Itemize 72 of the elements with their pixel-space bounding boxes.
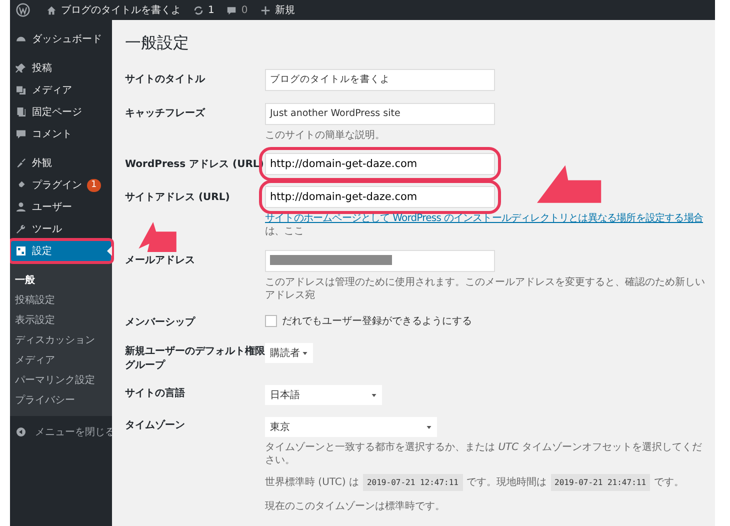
dropdown[interactable]: 購読者 — [265, 343, 313, 363]
time-suffix: です。 — [654, 476, 684, 489]
update-badge: 1 — [87, 178, 101, 192]
new-link[interactable]: 新規 — [260, 3, 295, 17]
caret-icon — [302, 350, 308, 356]
wrench-icon — [15, 223, 27, 235]
menu-item[interactable]: ツール — [10, 218, 112, 240]
wordpress-logo[interactable] — [16, 3, 30, 17]
pin-icon — [15, 62, 27, 74]
submenu-item[interactable]: プライバシー — [10, 390, 112, 410]
page-title: 一般設定 — [125, 33, 190, 54]
comments-link[interactable]: 0 — [226, 4, 248, 16]
caret-icon — [371, 392, 377, 398]
field-label: サイトアドレス (URL) — [125, 191, 231, 205]
text-field[interactable]: http://domain-get-daze.com — [265, 153, 495, 175]
checkbox-label: だれでもユーザー登録ができるようにする — [282, 315, 472, 328]
settings-icon — [15, 245, 27, 257]
text-field[interactable]: http://domain-get-daze.com — [265, 186, 495, 208]
field-label: サイトの言語 — [125, 386, 186, 401]
dropdown[interactable]: 東京 — [265, 417, 437, 437]
menu-item[interactable]: プラグイン 1 — [10, 174, 112, 196]
help-link[interactable]: サイトのホームページとして WordPress のインストールディレクトリとは異なる場所を設定する場合 — [265, 212, 703, 225]
submenu-item[interactable]: メディア — [10, 350, 112, 370]
submenu-item[interactable]: パーマリンク設定 — [10, 370, 112, 390]
caret-icon — [426, 424, 432, 430]
utc-time: 2019-07-21 12:47:11 — [362, 474, 462, 491]
page-icon — [15, 106, 27, 118]
timezone-note: 現在のこのタイムゾーンは標準時です。 — [265, 500, 446, 513]
menu-item[interactable]: ユーザー — [10, 196, 112, 218]
comments-count: 0 — [241, 4, 248, 16]
field-label: キャッチフレーズ — [125, 106, 206, 121]
new-label: 新規 — [274, 4, 295, 17]
updates-count: 1 — [208, 4, 214, 16]
text-field[interactable]: Just another WordPress site — [265, 103, 495, 125]
brush-icon — [15, 157, 27, 169]
comment-icon — [15, 128, 27, 140]
refresh-icon — [193, 4, 204, 16]
media-icon — [15, 84, 27, 96]
help-text: このアドレスは管理のために使用されます。このメールアドレスを変更すると、確認のため新しいアドレス宛 — [265, 276, 706, 302]
dropdown[interactable]: 日本語 — [265, 385, 382, 405]
local-label: です。現地時間は — [466, 476, 546, 489]
menu-item[interactable]: コメント — [10, 123, 112, 145]
field-label: 新規ユーザーのデフォルト権限グループ — [125, 344, 265, 373]
home-icon — [46, 4, 57, 16]
submenu-item[interactable]: 投稿設定 — [10, 290, 112, 310]
submenu-item[interactable]: ディスカッション — [10, 330, 112, 350]
updates-link[interactable]: 1 — [193, 4, 214, 16]
text-field[interactable]: ブログのタイトルを書くよ — [265, 69, 495, 91]
menu-item[interactable]: メディア — [10, 79, 112, 101]
menu-item[interactable]: 投稿 — [10, 57, 112, 79]
field-label: サイトのタイトル — [125, 73, 206, 87]
help-text: は、ここ — [265, 225, 304, 238]
field-label: タイムゾーン — [125, 418, 186, 433]
submenu-item[interactable]: 表示設定 — [10, 310, 112, 330]
menu-item[interactable]: 固定ページ — [10, 101, 112, 123]
menu-item[interactable]: ダッシュボード — [10, 28, 112, 50]
checkbox[interactable] — [265, 315, 277, 327]
email-field[interactable] — [265, 250, 495, 272]
field-label: メールアドレス — [125, 254, 196, 268]
user-icon — [15, 201, 27, 213]
collapse-icon — [15, 426, 27, 438]
help-text: タイムゾーンと一致する都市を選択するか、または UTC タイムゾーンオフセットを選択してください。 — [265, 441, 703, 467]
menu-item[interactable]: 設定 — [10, 240, 112, 262]
help-text: このサイトの簡単な説明。 — [265, 129, 386, 142]
menu-item[interactable]: 外観 — [10, 152, 112, 174]
submenu-item[interactable]: 一般 — [10, 270, 112, 290]
field-label: メンバーシップ — [125, 315, 196, 330]
plus-icon — [260, 4, 271, 16]
utc-label: 世界標準時 (UTC) は — [265, 476, 359, 489]
comment-icon — [226, 4, 238, 16]
pointer-arrow — [537, 165, 603, 205]
local-time: 2019-07-21 21:47:11 — [550, 474, 650, 491]
